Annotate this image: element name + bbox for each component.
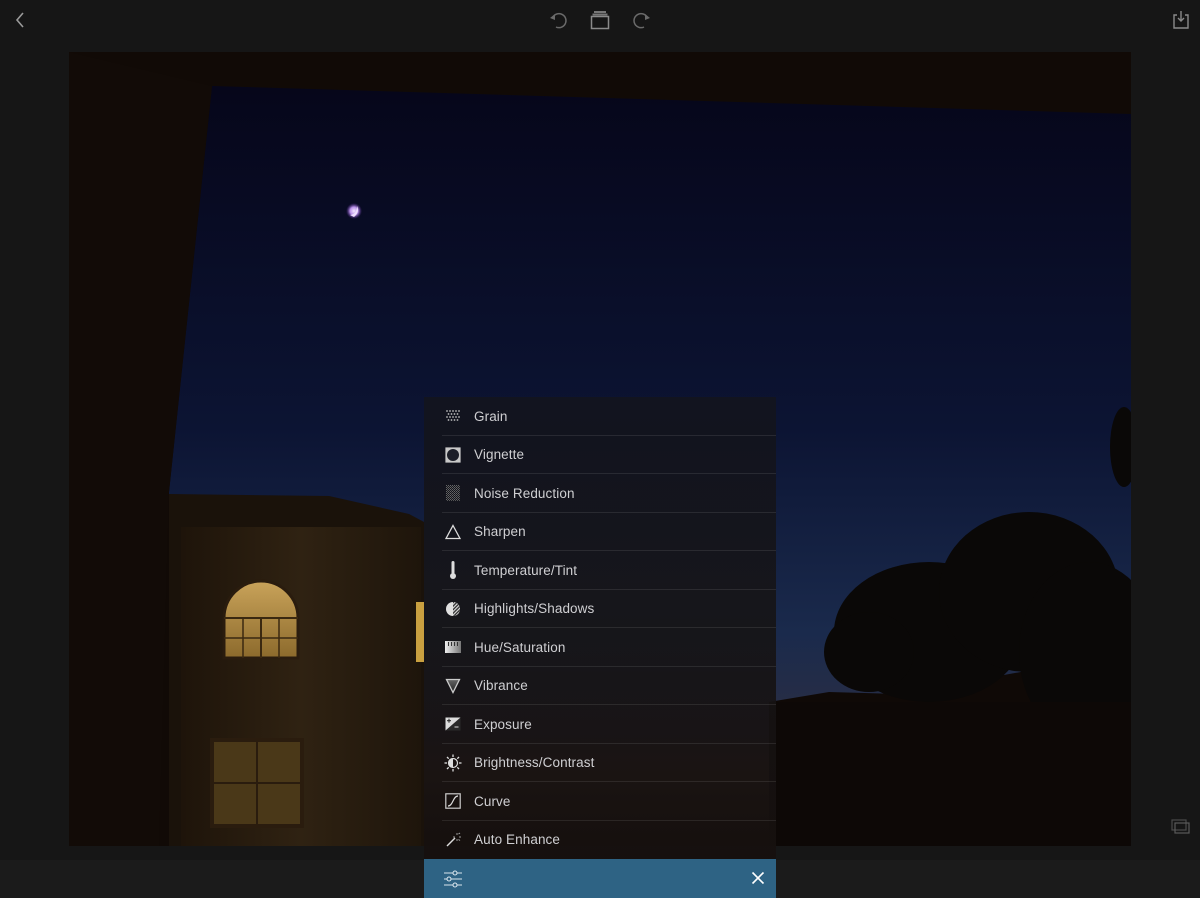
exposure-icon: [443, 714, 463, 734]
menu-item-noise-reduction[interactable]: Noise Reduction: [424, 474, 776, 513]
menu-item-temperature-tint[interactable]: Temperature/Tint: [424, 551, 776, 590]
adjustments-menu: Grain Vignette Noise Reduction Sharpen T…: [424, 397, 776, 859]
undo-button[interactable]: [546, 9, 570, 31]
noise-reduction-icon: [443, 483, 463, 503]
chevron-left-icon: [15, 12, 24, 28]
menu-item-label: Highlights/Shadows: [474, 601, 595, 617]
export-button[interactable]: [1170, 9, 1192, 31]
menu-item-grain[interactable]: Grain: [424, 397, 776, 436]
menu-item-label: Vibrance: [474, 678, 528, 694]
menu-item-vibrance[interactable]: Vibrance: [424, 667, 776, 706]
hue-saturation-icon: [443, 637, 463, 657]
curve-icon: [443, 791, 463, 811]
menu-item-label: Grain: [474, 408, 508, 424]
grain-icon: [443, 406, 463, 426]
menu-item-label: Brightness/Contrast: [474, 755, 595, 771]
menu-item-label: Hue/Saturation: [474, 639, 566, 655]
back-button[interactable]: [10, 10, 30, 30]
menu-item-label: Temperature/Tint: [474, 562, 578, 578]
vignette-icon: [443, 445, 463, 465]
share-download-icon: [1173, 11, 1189, 29]
menu-item-brightness-contrast[interactable]: Brightness/Contrast: [424, 744, 776, 783]
top-toolbar: [0, 0, 1200, 52]
redo-button[interactable]: [630, 9, 654, 31]
menu-item-vignette[interactable]: Vignette: [424, 436, 776, 475]
menu-item-auto-enhance[interactable]: Auto Enhance: [424, 821, 776, 860]
menu-item-label: Sharpen: [474, 524, 526, 540]
menu-item-label: Exposure: [474, 716, 532, 732]
sharpen-triangle-icon: [443, 522, 463, 542]
brightness-contrast-icon: [443, 753, 463, 773]
menu-item-label: Noise Reduction: [474, 485, 575, 501]
compare-icon: [1171, 819, 1190, 834]
magic-wand-icon: [443, 830, 463, 850]
menu-item-label: Curve: [474, 793, 511, 809]
highlights-shadows-icon: [443, 599, 463, 619]
menu-item-hue-saturation[interactable]: Hue/Saturation: [424, 628, 776, 667]
thermometer-icon: [443, 560, 463, 580]
adjustments-toggle-button[interactable]: [442, 868, 464, 890]
undo-icon: [550, 12, 567, 29]
menu-item-label: Auto Enhance: [474, 832, 561, 848]
vibrance-triangle-icon: [443, 676, 463, 696]
adjustments-footer-bar: [424, 859, 776, 898]
menu-item-label: Vignette: [474, 447, 525, 463]
close-menu-button[interactable]: [750, 870, 766, 886]
adjustments-sliders-icon: [444, 870, 462, 888]
menu-item-highlights-shadows[interactable]: Highlights/Shadows: [424, 590, 776, 629]
menu-item-sharpen[interactable]: Sharpen: [424, 513, 776, 552]
redo-icon: [633, 12, 650, 29]
menu-item-exposure[interactable]: Exposure: [424, 705, 776, 744]
history-button[interactable]: [588, 9, 612, 31]
stacked-layers-icon: [590, 11, 610, 30]
menu-item-curve[interactable]: Curve: [424, 782, 776, 821]
close-icon: [751, 871, 765, 885]
compare-button[interactable]: [1170, 816, 1192, 838]
